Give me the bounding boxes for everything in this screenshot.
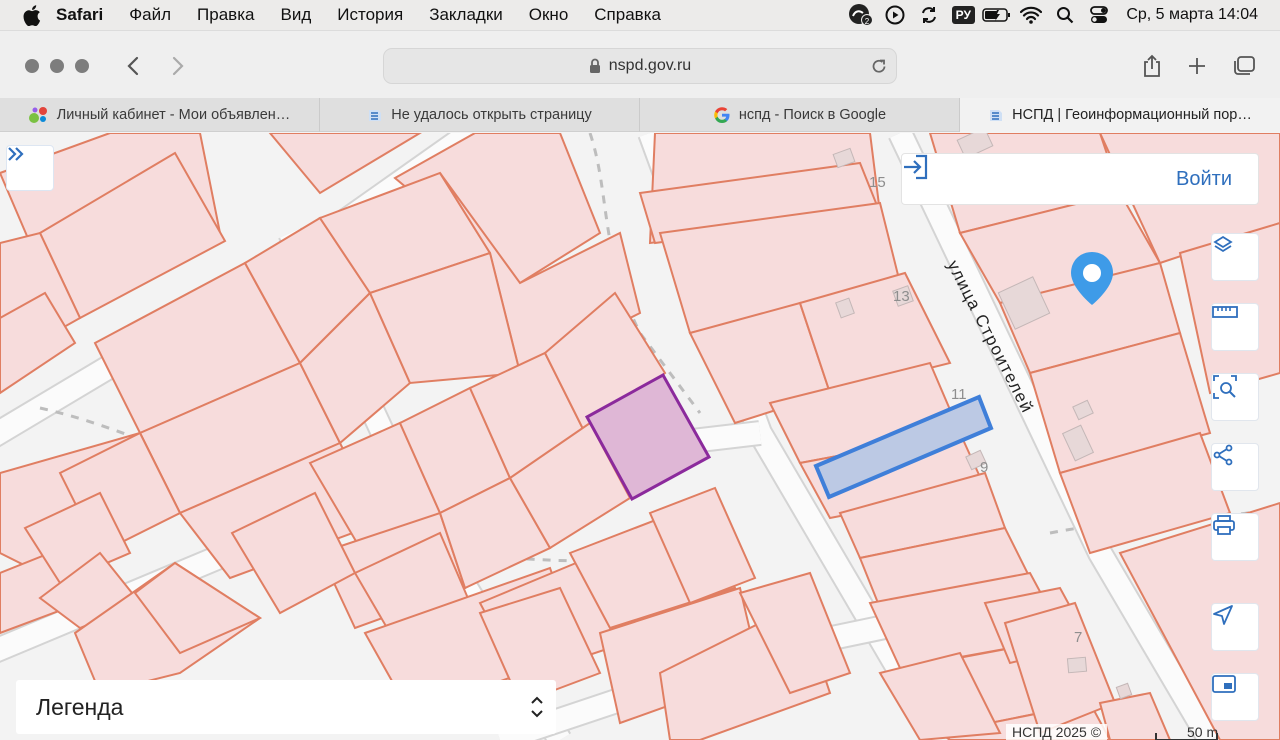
my-location-button[interactable] [1211,603,1259,651]
ruler-button[interactable] [1211,303,1259,351]
notification-badge: 2 [865,17,870,26]
house-number-15: 15 [869,174,886,191]
login-label: Войти [1176,167,1232,190]
share-map-button[interactable] [1211,443,1259,491]
menu-edit[interactable]: Правка [197,5,254,25]
plus-icon [1189,58,1205,74]
browser-toolbar: nspd.gov.ru [0,30,1280,98]
search-area-icon [1213,375,1237,399]
house-number-13: 13 [893,288,910,305]
forward-button[interactable] [163,51,193,81]
house-number-7: 7 [1074,629,1082,646]
chevron-right-icon [172,56,184,76]
share-button[interactable] [1137,51,1167,81]
tab-avito[interactable]: Личный кабинет - Мои объявлен… [0,98,320,132]
map-footer: НСПД 2025 © 50 m [1006,724,1280,740]
layers-icon [1213,235,1233,253]
expand-panel-button[interactable] [6,145,54,191]
area-search-button[interactable] [1211,373,1259,421]
scale-bar: 50 m [1155,724,1219,740]
url-text: nspd.gov.ru [608,57,692,74]
tab-nspd-active[interactable]: НСПД | Геоинформационный пор… [960,98,1280,132]
back-button[interactable] [118,51,148,81]
map-canvas[interactable]: 15 13 11 9 7 улица Строителей [0,133,1280,740]
menu-bar: Safari Файл Правка Вид История Закладки … [0,0,1280,30]
menu-history[interactable]: История [337,5,403,25]
nspd-icon [988,107,1004,123]
menu-help[interactable]: Справка [594,5,661,25]
tab-error-page[interactable]: Не удалось открыть страницу [320,98,640,132]
chevron-left-icon [127,56,139,76]
tab-bar: Личный кабинет - Мои объявлен… Не удалос… [0,98,1280,132]
minimap-icon [1212,675,1236,693]
location-arrow-icon [1213,605,1233,625]
tab-overview-button[interactable] [1229,51,1259,81]
ruler-icon [1212,306,1238,318]
sync-icon[interactable] [912,0,946,30]
tab-label: НСПД | Геоинформационный пор… [1012,107,1252,123]
reload-icon[interactable] [870,57,888,80]
tab-google-search[interactable]: нспд - Поиск в Google [640,98,960,132]
login-button[interactable]: Войти [901,153,1259,205]
tab-label: Не удалось открыть страницу [391,107,592,123]
close-window-button[interactable] [25,59,39,73]
double-chevron-right-icon [8,147,24,161]
tab-label: нспд - Поиск в Google [738,107,887,123]
print-icon [1213,515,1235,535]
lock-icon [589,58,601,74]
menu-window[interactable]: Окно [529,5,569,25]
share-icon [1213,444,1233,466]
tab-label: Личный кабинет - Мои объявлен… [56,107,291,123]
play-icon[interactable] [878,0,912,30]
menu-bookmarks[interactable]: Закладки [429,5,503,25]
wifi-icon[interactable] [1014,0,1048,30]
legend-title: Легенда [36,693,124,720]
menu-clock[interactable]: Ср, 5 марта 14:04 [1126,6,1258,24]
tabs-overview-icon [1234,56,1255,75]
minimize-window-button[interactable] [50,59,64,73]
layers-button[interactable] [1211,233,1259,281]
nspd-icon [367,107,383,123]
menu-view[interactable]: Вид [280,5,311,25]
zoom-window-button[interactable] [75,59,89,73]
avito-icon [28,106,49,124]
control-center-icon[interactable] [1082,0,1116,30]
battery-icon[interactable] [980,0,1014,30]
minimap-button[interactable] [1211,673,1259,721]
share-icon [1144,54,1160,77]
legend-panel[interactable]: Легенда [16,680,556,734]
address-bar[interactable]: nspd.gov.ru [383,48,897,84]
creative-cloud-icon[interactable]: 2 [844,0,878,30]
cadastral-map[interactable]: 15 13 11 9 7 улица Строителей Войти Леге… [0,133,1280,740]
house-number-11: 11 [951,386,967,403]
input-language-indicator[interactable]: РУ [946,0,980,30]
new-tab-button[interactable] [1182,51,1212,81]
house-number-9: 9 [980,459,988,476]
menu-app-name[interactable]: Safari [56,5,103,25]
apple-icon[interactable] [22,4,42,26]
google-icon [713,106,731,124]
menu-file[interactable]: Файл [129,5,171,25]
print-button[interactable] [1211,513,1259,561]
spotlight-search-icon[interactable] [1048,0,1082,30]
copyright-text: НСПД 2025 © [1006,724,1108,740]
